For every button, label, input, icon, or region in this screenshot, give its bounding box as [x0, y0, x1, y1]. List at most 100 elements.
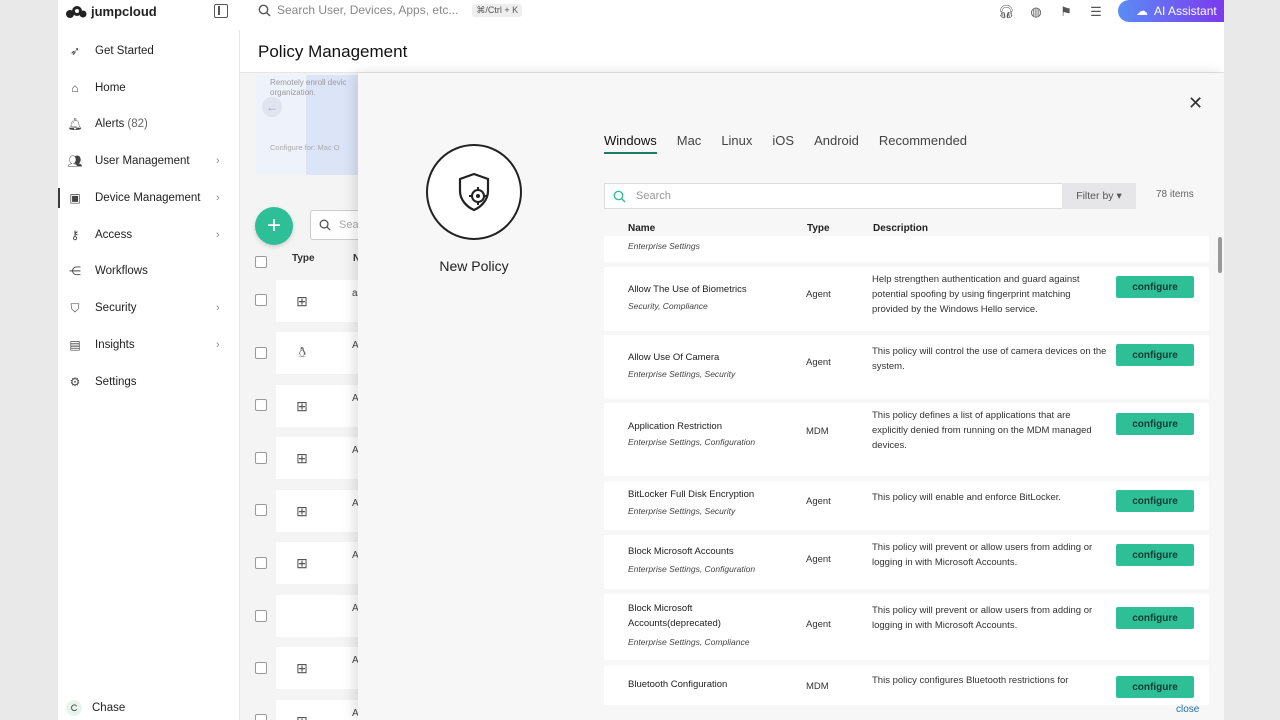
shield-gear-icon — [458, 172, 490, 212]
column-header-description: Description — [873, 223, 929, 234]
column-header-type: Type — [292, 253, 315, 264]
devices-icon: ▣ — [69, 191, 81, 205]
apple-icon — [294, 608, 310, 624]
enroll-banner: Remotely enroll devic organization. ← Co… — [256, 75, 360, 175]
home-icon: ⌂ — [71, 81, 79, 95]
table-row[interactable]: Block Microsoft Accounts Enterprise Sett… — [604, 535, 1209, 589]
collapse-sidebar-icon[interactable] — [214, 4, 228, 18]
user-menu[interactable]: C Chase — [66, 700, 125, 716]
row-checkbox[interactable] — [255, 714, 267, 720]
table-row[interactable]: ⊞A — [276, 700, 366, 720]
row-checkbox[interactable] — [255, 294, 267, 306]
sidebar-item-label: Security — [95, 302, 137, 314]
table-row[interactable]: 🐧︎ A — [276, 332, 366, 374]
table-row[interactable]: Allow The Use of Biometrics Security, Co… — [604, 267, 1209, 331]
close-icon[interactable]: ✕ — [1188, 93, 1203, 114]
table-row[interactable]: A — [276, 595, 366, 637]
table-row[interactable]: BitLocker Full Disk Encryption Enterpris… — [604, 481, 1209, 530]
configure-button[interactable]: configure — [1116, 413, 1194, 435]
windows-icon: ⊞ — [296, 397, 308, 414]
page-header: Policy Management — [240, 30, 1224, 73]
column-header-type[interactable]: Type — [807, 223, 830, 234]
globe-icon[interactable]: ◍ — [1028, 4, 1044, 20]
sidebar-item-user-management[interactable]: 👥︎ User Management › — [58, 149, 240, 173]
row-checkbox[interactable] — [255, 452, 267, 464]
policy-name: Allow The Use of Biometrics — [628, 284, 747, 295]
global-search-placeholder: Search User, Devices, Apps, etc... — [277, 3, 459, 17]
policy-search-input[interactable]: Search — [604, 183, 1062, 209]
sidebar-item-device-management[interactable]: ▣ Device Management › — [58, 186, 240, 210]
column-header-name[interactable]: Name — [628, 223, 655, 234]
row-checkbox[interactable] — [255, 610, 267, 622]
configure-button[interactable]: configure — [1116, 544, 1194, 566]
close-link[interactable]: close — [1176, 704, 1199, 715]
avatar: C — [66, 700, 82, 716]
rocket-icon: ➶ — [69, 44, 81, 58]
tab-ios[interactable]: iOS — [772, 133, 794, 154]
row-checkbox[interactable] — [255, 399, 267, 411]
sidebar-item-label: User Management — [95, 155, 190, 167]
select-all-checkbox[interactable] — [255, 256, 267, 268]
add-policy-button[interactable]: + — [255, 207, 293, 245]
policy-category: Enterprise Settings, Configuration — [628, 564, 756, 574]
configure-button[interactable]: configure — [1116, 276, 1194, 298]
arrow-left-icon[interactable]: ← — [262, 97, 282, 117]
policy-type: Agent — [806, 619, 831, 630]
users-icon: 👥︎ — [67, 154, 83, 168]
table-row[interactable]: ⊞A — [276, 437, 366, 479]
policy-type: Agent — [806, 496, 831, 507]
configure-button[interactable]: configure — [1116, 490, 1194, 512]
table-row[interactable]: ⊞A — [276, 542, 366, 584]
configure-button[interactable]: configure — [1116, 344, 1194, 366]
checklist-icon[interactable]: ☰ — [1088, 4, 1104, 20]
table-row[interactable]: ⊞A — [276, 385, 366, 427]
tab-android[interactable]: Android — [814, 133, 859, 154]
tab-recommended[interactable]: Recommended — [879, 133, 967, 154]
sidebar-item-alerts[interactable]: 🔔︎ Alerts (82) — [58, 112, 240, 136]
headset-icon[interactable]: 🎧︎ — [998, 4, 1015, 20]
filter-by-button[interactable]: Filter by ▾ — [1062, 183, 1136, 209]
items-count: 78 items — [1156, 189, 1194, 200]
policy-category: Enterprise Settings, Security — [628, 506, 736, 516]
bell-icon: 🔔︎ — [67, 117, 83, 131]
configure-button[interactable]: configure — [1116, 676, 1194, 698]
sidebar-item-get-started[interactable]: ➶ Get Started — [58, 39, 240, 63]
table-row[interactable]: Application Restriction Enterprise Setti… — [604, 403, 1209, 476]
table-row[interactable]: ⊞ a — [276, 280, 366, 322]
table-row[interactable]: Bluetooth Configuration MDM This policy … — [604, 665, 1209, 705]
row-checkbox[interactable] — [255, 662, 267, 674]
configure-button[interactable]: configure — [1116, 607, 1194, 629]
policy-type: Agent — [806, 554, 831, 565]
table-row[interactable]: ⊞A — [276, 490, 366, 532]
policy-name: Application Restriction — [628, 421, 722, 432]
table-scrollbar[interactable] — [1218, 237, 1222, 273]
table-row[interactable]: ⊞A — [276, 647, 366, 689]
tab-windows[interactable]: Windows — [604, 133, 657, 154]
flag-icon[interactable]: ⚑ — [1058, 4, 1074, 20]
sidebar-item-access[interactable]: ⚷ Access › — [58, 223, 240, 247]
sidebar-item-insights[interactable]: ▤ Insights › — [58, 333, 240, 357]
ai-assistant-button[interactable]: ☁ AI Assistant — [1118, 0, 1224, 22]
windows-icon: ⊞ — [294, 713, 310, 720]
caret-down-icon: ▾ — [1116, 190, 1122, 202]
table-row[interactable]: Block Microsoft Accounts(deprecated) Ent… — [604, 594, 1209, 660]
chevron-right-icon: › — [216, 192, 220, 204]
sidebar-item-security[interactable]: ⛉ Security › — [58, 296, 240, 320]
row-checkbox[interactable] — [255, 347, 267, 359]
sidebar-item-workflows[interactable]: ⋲ Workflows — [58, 259, 240, 283]
gear-icon: ⚙ — [69, 375, 81, 389]
global-search[interactable]: Search User, Devices, Apps, etc... ⌘/Ctr… — [258, 3, 523, 17]
os-tabs: Windows Mac Linux iOS Android Recommende… — [604, 133, 967, 154]
row-checkbox[interactable] — [255, 557, 267, 569]
windows-icon: ⊞ — [296, 449, 308, 466]
tab-mac[interactable]: Mac — [677, 133, 702, 154]
page-title: Policy Management — [258, 42, 408, 61]
search-icon — [613, 190, 626, 202]
logo[interactable]: jumpcloud — [64, 4, 157, 19]
tab-linux[interactable]: Linux — [721, 133, 752, 154]
sidebar-item-home[interactable]: ⌂ Home — [58, 76, 240, 100]
table-row[interactable]: Allow Use Of Camera Enterprise Settings,… — [604, 335, 1209, 399]
key-icon: ⚷ — [70, 228, 80, 242]
row-checkbox[interactable] — [255, 504, 267, 516]
sidebar-item-settings[interactable]: ⚙ Settings — [58, 370, 240, 394]
